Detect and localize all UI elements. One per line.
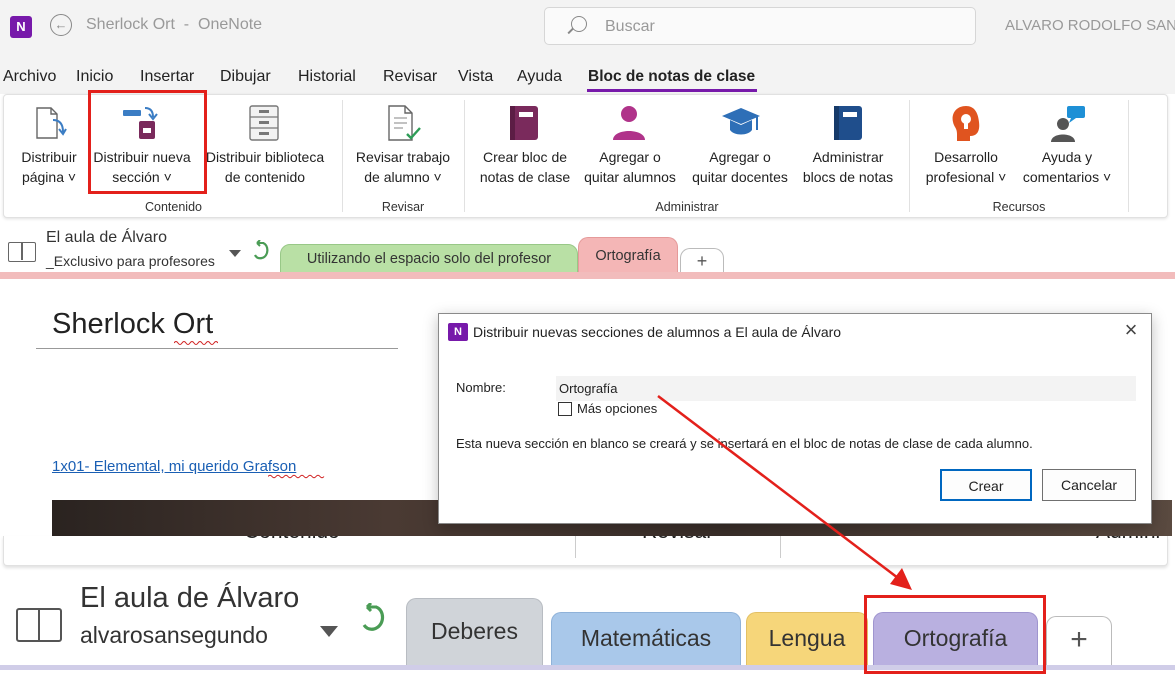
add-remove-students-button[interactable]: Agregar o quitar alumnos [578, 147, 682, 187]
back-arrow-icon[interactable]: ← [50, 14, 72, 36]
onenote-dialog-icon: N [448, 323, 468, 341]
highlight-box-distribute-section [88, 90, 207, 194]
notebook-icon[interactable] [16, 608, 62, 642]
more-options-label[interactable]: Más opciones [577, 401, 657, 416]
add-section-button[interactable]: + [680, 248, 724, 273]
notebook-dropdown-icon[interactable] [229, 250, 241, 257]
professional-development-button[interactable]: Desarrollo profesional ˅ [918, 147, 1014, 187]
menu-insertar[interactable]: Insertar [140, 68, 194, 86]
page-title[interactable]: Sherlock Ort [52, 308, 213, 341]
group-label-contenido: Contenido [145, 200, 202, 214]
ribbon-separator [780, 536, 781, 558]
name-label: Nombre: [456, 380, 506, 395]
highlight-box-new-section [864, 595, 1046, 674]
notebook-name[interactable]: El aula de Álvaro [46, 229, 167, 247]
onenote-logo-icon: N [10, 16, 32, 38]
section-tab-matematicas[interactable]: Matemáticas [551, 612, 741, 665]
dialog-title: Distribuir nuevas secciones de alumnos a… [473, 324, 842, 340]
spellcheck-underline [174, 341, 218, 345]
menu-archivo[interactable]: Archivo [3, 68, 56, 86]
section-tab-deberes[interactable]: Deberes [406, 598, 543, 665]
dialog-description: Esta nueva sección en blanco se creará y… [456, 436, 1033, 451]
ribbon-separator [575, 536, 576, 558]
menu-revisar[interactable]: Revisar [383, 68, 437, 86]
cut-group-label-administrar: Admini [1096, 536, 1160, 544]
menu-historial[interactable]: Historial [298, 68, 356, 86]
section-tab-profesor[interactable]: Utilizando el espacio solo del profesor [280, 244, 578, 273]
cancel-button[interactable]: Cancelar [1042, 469, 1136, 501]
spellcheck-underline [268, 474, 325, 479]
page-link[interactable]: 1x01- Elemental, mi querido Grafson [52, 458, 296, 475]
notebook-icon[interactable] [8, 242, 36, 262]
ribbon-separator [1128, 100, 1129, 212]
manage-notebooks-button[interactable]: Administrar blocs de notas [796, 147, 900, 187]
students-icon [613, 106, 645, 140]
search-box[interactable]: Buscar [544, 7, 976, 45]
professional-development-icon [952, 106, 980, 141]
graduation-cap-icon [722, 108, 760, 135]
user-name[interactable]: ALVARO RODOLFO SAN [1005, 17, 1175, 34]
arrow-head [890, 568, 912, 590]
notebook-dropdown-icon[interactable] [320, 626, 338, 637]
window-title: Sherlock Ort - OneNote [86, 16, 263, 33]
create-class-notebook-button[interactable]: Crear bloc de notas de clase [474, 147, 576, 187]
distribute-page-icon [36, 107, 67, 139]
ribbon-separator [464, 100, 465, 212]
sync-icon[interactable] [252, 240, 270, 262]
library-cabinet-icon [249, 105, 279, 141]
title-bar: N ← Sherlock Ort - OneNote Buscar ALVARO… [0, 0, 1175, 56]
menu-bloc-de-notas-de-clase[interactable]: Bloc de notas de clase [588, 68, 755, 86]
section-color-bar [0, 272, 1175, 279]
ribbon-separator [909, 100, 910, 212]
menu-dibujar[interactable]: Dibujar [220, 68, 271, 86]
menu-inicio[interactable]: Inicio [76, 68, 113, 86]
active-menu-underline [587, 89, 757, 92]
distribute-library-button[interactable]: Distribuir biblioteca de contenido [199, 147, 331, 187]
menu-ayuda[interactable]: Ayuda [517, 68, 562, 86]
cut-label-strip: Contenido Revisar Admini [0, 536, 1175, 548]
ribbon-separator [342, 100, 343, 212]
menu-vista[interactable]: Vista [458, 68, 493, 86]
add-remove-teachers-button[interactable]: Agregar o quitar docentes [687, 147, 793, 187]
group-label-administrar: Administrar [655, 200, 719, 214]
search-placeholder: Buscar [605, 18, 655, 35]
section-tab-ortografia[interactable]: Ortografía [578, 237, 678, 273]
group-label-recursos: Recursos [992, 200, 1046, 214]
review-student-work-button[interactable]: Revisar trabajo de alumno ˅ [350, 147, 456, 187]
notebook-name-large[interactable]: El aula de Álvaro [80, 582, 299, 615]
group-label-revisar: Revisar [381, 200, 425, 214]
notebook-owner[interactable]: alvarosansegundo [80, 622, 268, 649]
distribute-page-button[interactable]: Distribuir página ˅ [16, 147, 82, 187]
cut-group-label-contenido: Contenido [244, 536, 340, 544]
manage-notebooks-icon [834, 106, 862, 140]
add-section-button[interactable]: + [1046, 616, 1112, 665]
create-notebook-icon [510, 106, 538, 140]
create-button[interactable]: Crear [940, 469, 1032, 501]
more-options-checkbox[interactable] [558, 402, 572, 416]
cut-group-label-revisar: Revisar [642, 536, 713, 544]
section-tab-lengua[interactable]: Lengua [746, 612, 868, 665]
help-feedback-button[interactable]: Ayuda y comentarios ˅ [1017, 147, 1117, 187]
close-icon[interactable]: × [1120, 318, 1142, 342]
sync-icon[interactable] [360, 603, 386, 635]
help-feedback-icon [1051, 106, 1085, 142]
title-underline [36, 348, 398, 349]
review-work-icon [388, 105, 421, 141]
section-group-name[interactable]: _Exclusivo para profesores [46, 253, 215, 269]
search-icon [571, 16, 587, 32]
section-name-input[interactable] [556, 376, 1136, 401]
